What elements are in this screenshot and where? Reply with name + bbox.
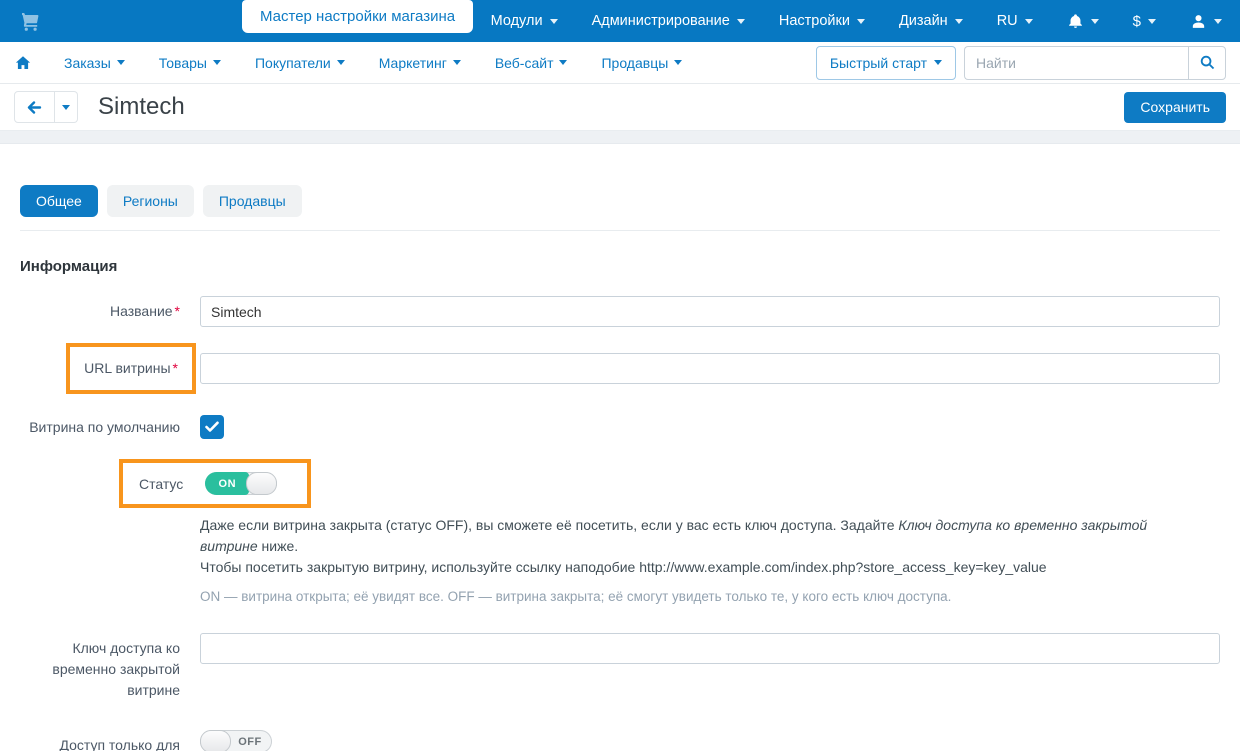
nav-item-orders[interactable]: Заказы bbox=[64, 55, 125, 71]
access-key-label: Ключ доступа ко временно закрытой витрин… bbox=[20, 633, 180, 701]
caret-down-icon bbox=[550, 19, 558, 24]
field-row-auth-only: Доступ только для авторизованных покупат… bbox=[20, 730, 1220, 751]
storefront-url-input[interactable] bbox=[200, 353, 1220, 384]
access-key-input[interactable] bbox=[200, 633, 1220, 664]
status-help-muted-text: ON — витрина открыта; её увидят все. OFF… bbox=[200, 587, 1220, 606]
status-toggle-on[interactable]: ON bbox=[205, 472, 277, 495]
caret-down-icon bbox=[337, 60, 345, 65]
toggle-on-segment: ON bbox=[205, 472, 249, 495]
highlight-box-status: Статус ON bbox=[119, 459, 311, 508]
bell-icon bbox=[1067, 13, 1084, 30]
auth-only-toggle-off[interactable]: OFF bbox=[200, 730, 272, 751]
nav-item-customers[interactable]: Покупатели bbox=[255, 55, 345, 71]
search-icon bbox=[1199, 54, 1216, 71]
back-dropdown-button[interactable] bbox=[55, 91, 78, 123]
main-nav-bar: Заказы Товары Покупатели Маркетинг Веб-с… bbox=[0, 42, 1240, 84]
required-mark: * bbox=[173, 360, 178, 376]
caret-down-icon bbox=[1091, 19, 1099, 24]
home-icon[interactable] bbox=[14, 54, 32, 72]
cart-icon[interactable] bbox=[18, 9, 42, 33]
menu-language[interactable]: RU bbox=[997, 13, 1033, 29]
caret-down-icon bbox=[934, 60, 942, 65]
currency-menu[interactable]: $ bbox=[1133, 13, 1156, 30]
dollar-icon: $ bbox=[1133, 13, 1141, 30]
name-input[interactable] bbox=[200, 296, 1220, 327]
caret-down-icon bbox=[213, 60, 221, 65]
storefront-url-field-label: URL витрины* bbox=[20, 343, 180, 394]
storefront-settings-content: Общее Регионы Продавцы Информация Назван… bbox=[0, 185, 1240, 751]
settings-tabs: Общее Регионы Продавцы bbox=[20, 185, 1220, 217]
required-mark: * bbox=[175, 303, 180, 319]
field-row-name: Название* bbox=[20, 296, 1220, 327]
nav-item-website[interactable]: Веб-сайт bbox=[495, 55, 568, 71]
search-input[interactable] bbox=[964, 46, 1188, 80]
nav-item-vendors[interactable]: Продавцы bbox=[601, 55, 682, 71]
account-menu[interactable] bbox=[1190, 13, 1222, 30]
caret-down-icon bbox=[1025, 19, 1033, 24]
quick-start-button[interactable]: Быстрый старт bbox=[816, 46, 956, 80]
caret-down-icon bbox=[62, 105, 70, 110]
search-button[interactable] bbox=[1188, 46, 1226, 80]
toggle-knob bbox=[246, 472, 277, 495]
store-setup-wizard-button[interactable]: Мастер настройки магазина bbox=[242, 0, 473, 33]
back-button-group bbox=[14, 91, 78, 123]
default-storefront-checkbox[interactable] bbox=[200, 415, 224, 439]
highlight-box-url-label: URL витрины* bbox=[66, 343, 196, 394]
toggle-knob bbox=[200, 730, 231, 751]
caret-down-icon bbox=[737, 19, 745, 24]
caret-down-icon bbox=[559, 60, 567, 65]
admin-search bbox=[964, 46, 1226, 80]
caret-down-icon bbox=[857, 19, 865, 24]
section-title-information: Информация bbox=[20, 258, 1220, 275]
toggle-off-segment: OFF bbox=[228, 730, 272, 751]
field-row-access-key: Ключ доступа ко временно закрытой витрин… bbox=[20, 633, 1220, 701]
field-row-storefront-url: URL витрины* bbox=[20, 343, 1220, 394]
tabs-divider bbox=[20, 230, 1220, 231]
nav-item-products[interactable]: Товары bbox=[159, 55, 221, 71]
top-admin-bar: Мастер настройки магазина Модули Админис… bbox=[0, 0, 1240, 42]
tab-regions[interactable]: Регионы bbox=[107, 185, 194, 217]
menu-administration[interactable]: Администрирование bbox=[592, 13, 745, 29]
field-row-default-storefront: Витрина по умолчанию bbox=[20, 415, 1220, 439]
auth-only-label: Доступ только для авторизованных покупат… bbox=[20, 730, 180, 751]
menu-design[interactable]: Дизайн bbox=[899, 13, 963, 29]
checkmark-icon bbox=[205, 421, 219, 433]
menu-settings[interactable]: Настройки bbox=[779, 13, 865, 29]
caret-down-icon bbox=[117, 60, 125, 65]
page-header: Simtech Сохранить bbox=[0, 84, 1240, 131]
header-separator bbox=[0, 131, 1240, 144]
default-storefront-label: Витрина по умолчанию bbox=[20, 417, 180, 438]
nav-item-marketing[interactable]: Маркетинг bbox=[379, 55, 461, 71]
caret-down-icon bbox=[674, 60, 682, 65]
status-label: Статус bbox=[139, 476, 183, 492]
tab-general[interactable]: Общее bbox=[20, 185, 98, 217]
save-button[interactable]: Сохранить bbox=[1124, 92, 1226, 123]
tab-vendors[interactable]: Продавцы bbox=[203, 185, 302, 217]
user-icon bbox=[1190, 13, 1207, 30]
caret-down-icon bbox=[453, 60, 461, 65]
back-button[interactable] bbox=[14, 91, 55, 123]
caret-down-icon bbox=[955, 19, 963, 24]
caret-down-icon bbox=[1148, 19, 1156, 24]
page-title: Simtech bbox=[98, 93, 185, 121]
field-row-status: Статус ON bbox=[20, 459, 1220, 508]
arrow-left-icon bbox=[27, 101, 42, 114]
status-help-text: Даже если витрина закрыта (статус OFF), … bbox=[200, 515, 1190, 578]
name-field-label: Название* bbox=[20, 301, 180, 322]
notifications-menu[interactable] bbox=[1067, 13, 1099, 30]
menu-modules[interactable]: Модули bbox=[491, 13, 558, 29]
caret-down-icon bbox=[1214, 19, 1222, 24]
